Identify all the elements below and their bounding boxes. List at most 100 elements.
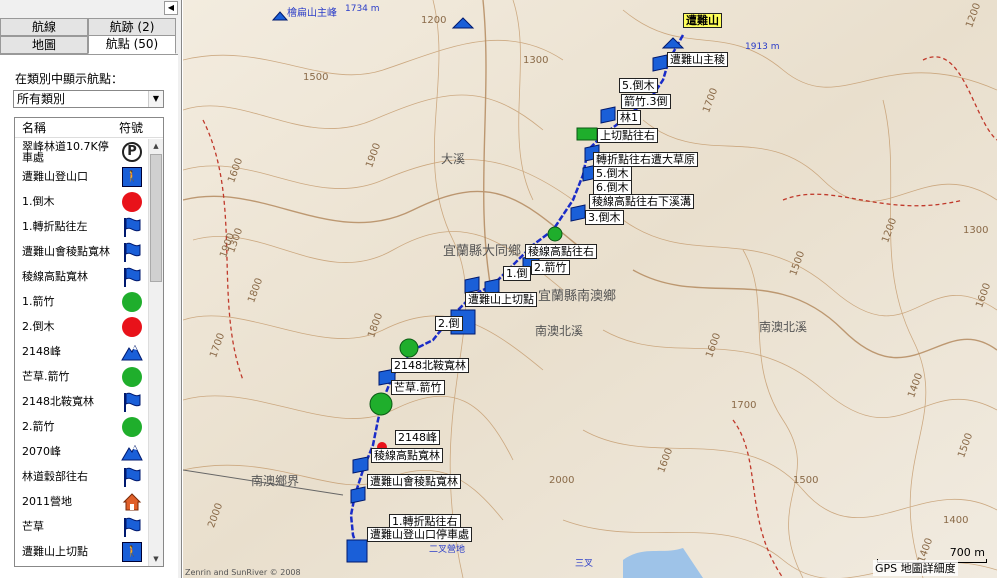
collapse-panel-button[interactable]: ◀ (164, 1, 178, 15)
map-scale: 700 m GPS 地圖詳細度 (873, 546, 991, 576)
list-item[interactable]: 1.箭竹 (15, 289, 148, 314)
red-circle-icon (122, 191, 142, 212)
tab-tracks[interactable]: 航跡 (2) (88, 18, 176, 36)
waypoint-label[interactable]: 稜線高點往右 (525, 244, 597, 259)
blue-flag-icon (124, 217, 141, 237)
column-header-symbol[interactable]: 符號 (115, 118, 147, 137)
waypoint-label[interactable]: 2.倒 (435, 316, 463, 331)
blue-flag-icon (124, 242, 141, 262)
list-scrollbar[interactable]: ▲ ▼ (148, 139, 163, 566)
scale-distance: 700 m (949, 546, 985, 559)
list-item[interactable]: 遭難山登山口 🚶 (15, 164, 148, 189)
stream-label: 南澳北溪 (759, 320, 808, 334)
waypoint-label[interactable]: 1.倒 (503, 266, 531, 281)
trailhead-hiker-icon: 🚶 (122, 166, 142, 187)
category-select[interactable]: 所有類別 ▼ (13, 90, 164, 108)
waypoint-label-peak[interactable]: 遭難山 (683, 13, 722, 28)
category-filter-label: 在類別中顯示航點： (15, 72, 124, 86)
waypoint-list: 名稱 符號 翠峰林道10.7K停車處 P 遭難山登山口 🚶 1.倒木 1.轉折點往左… (14, 117, 164, 567)
waypoint-label[interactable]: 遭難山登山口停車處 (367, 527, 472, 542)
waypoint-label[interactable]: 2148北鞍寬林 (391, 358, 469, 373)
peak-elevation-label: 1913 m (745, 42, 780, 52)
waypoint-label[interactable]: 6.倒木 (593, 180, 632, 195)
topographic-map[interactable]: 大溪 宜蘭縣大同鄉 宜蘭縣南澳鄉 南澳北溪 南澳北溪 南澳鄉界 1300 150… (183, 0, 997, 578)
list-item[interactable]: 2070峰 (15, 439, 148, 464)
tab-map[interactable]: 地圖 (0, 36, 88, 54)
tab-waypoints[interactable]: 航點 (50) (88, 35, 176, 54)
list-item-name: 芒草.箭竹 (22, 370, 70, 383)
list-item-name: 遭難山上切點 (22, 545, 88, 558)
scroll-up-icon[interactable]: ▲ (149, 139, 163, 153)
contour-label: 1300 (963, 225, 989, 236)
contour-label: 1400 (943, 515, 969, 526)
waypoint-label[interactable]: 遭難山上切點 (465, 292, 537, 307)
waypoint-rows: 翠峰林道10.7K停車處 P 遭難山登山口 🚶 1.倒木 1.轉折點往左 遭難山會稜… (15, 139, 148, 564)
column-header-name[interactable]: 名稱 (15, 118, 115, 137)
scroll-thumb[interactable] (150, 154, 162, 282)
list-item-name: 芒草 (22, 520, 44, 533)
campsite-house-icon (122, 492, 142, 510)
list-item[interactable]: 2.箭竹 (15, 414, 148, 439)
place-label: 三叉 (575, 559, 594, 569)
waypoint-label[interactable]: 2148峰 (395, 430, 440, 445)
list-item-name: 林道穀部往右 (22, 470, 88, 483)
waypoint-label[interactable]: 3.倒木 (585, 210, 624, 225)
waypoint-label[interactable]: 稜線高點寬林 (371, 448, 443, 463)
chevron-down-icon[interactable]: ▼ (148, 91, 163, 107)
waypoint-label[interactable]: 箭竹.3倒 (621, 94, 671, 109)
waypoint-label[interactable]: 林1 (617, 110, 641, 125)
list-item[interactable]: 芒草.箭竹 (15, 364, 148, 389)
green-circle-icon (122, 366, 142, 387)
list-item[interactable]: 遭難山上切點 🚶 (15, 539, 148, 564)
red-circle-icon (122, 316, 142, 337)
list-item[interactable]: 2148北鞍寬林 (15, 389, 148, 414)
stream-label: 大溪 (441, 152, 466, 166)
list-item[interactable]: 芒草 (15, 514, 148, 539)
waypoint-label[interactable]: 遭難山主稜 (667, 52, 728, 67)
scroll-down-icon[interactable]: ▼ (149, 552, 163, 566)
waypoint-label[interactable]: 轉折點往右遭大草原 (593, 152, 698, 167)
parking-icon: P (122, 141, 142, 162)
list-item[interactable]: 翠峰林道10.7K停車處 P (15, 139, 148, 164)
list-item[interactable]: 2148峰 (15, 339, 148, 364)
list-item[interactable]: 稜線高點寬林 (15, 264, 148, 289)
list-item[interactable]: 林道穀部往右 (15, 464, 148, 489)
list-item-name: 2148北鞍寬林 (22, 395, 94, 408)
list-item[interactable]: 2.倒木 (15, 314, 148, 339)
waypoint-panel: ◀ 航線 航跡 (2) 地圖 航點 (50) 在類別中顯示航點： 所有類別 ▼ … (0, 0, 182, 578)
green-circle-icon (122, 291, 142, 312)
list-item-name: 2148峰 (22, 345, 61, 358)
list-item[interactable]: 1.轉折點往左 (15, 214, 148, 239)
peak-elevation-label: 1734 m (345, 4, 380, 14)
county-label: 宜蘭縣大同鄉 (443, 244, 522, 259)
waypoint-label[interactable]: 上切點往右 (597, 128, 658, 143)
list-item-name: 遭難山會稜點寬林 (22, 245, 110, 258)
list-item-name: 稜線高點寬林 (22, 270, 88, 283)
peak-name-label: 檜扁山主峰 (287, 8, 337, 19)
blue-flag-icon (124, 517, 141, 537)
green-circle-icon (122, 416, 142, 437)
list-item[interactable]: 遭難山會稜點寬林 (15, 239, 148, 264)
waypoint-label[interactable]: 遭難山會稜點寬林 (367, 474, 461, 489)
waypoint-label[interactable]: 5.倒木 (619, 78, 658, 93)
waypoint-label[interactable]: 稜線高點往右下溪溝 (589, 194, 694, 209)
list-item[interactable]: 1.倒木 (15, 189, 148, 214)
waypoint-label[interactable]: 芒草.箭竹 (391, 380, 445, 395)
summit-icon (121, 444, 143, 460)
waypoint-label[interactable]: 2.箭竹 (531, 260, 570, 275)
list-header: 名稱 符號 (15, 118, 163, 138)
trailhead-hiker-icon: 🚶 (122, 541, 142, 562)
category-select-value: 所有類別 (17, 92, 66, 106)
list-item[interactable]: 2011營地 (15, 489, 148, 514)
map-copyright: Zenrin and SunRiver © 2008 (185, 568, 301, 577)
boundary-label: 南澳鄉界 (251, 474, 300, 488)
contour-label: 1500 (793, 475, 819, 486)
contour-label: 1300 (523, 55, 549, 66)
list-item-name: 2.倒木 (22, 320, 55, 333)
contour-label: 2000 (549, 475, 575, 486)
contour-label: 1700 (731, 400, 757, 411)
tab-routes[interactable]: 航線 (0, 18, 88, 36)
waypoint-label[interactable]: 5.倒木 (593, 166, 632, 181)
county-label: 宜蘭縣南澳鄉 (538, 289, 617, 304)
list-item-name: 1.箭竹 (22, 295, 55, 308)
